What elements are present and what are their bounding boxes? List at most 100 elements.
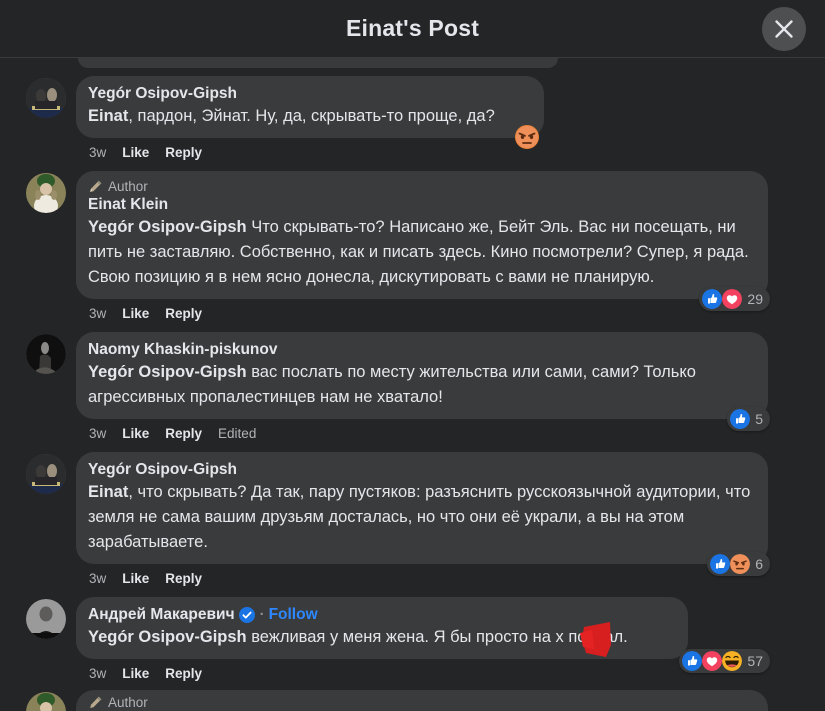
comment-mention[interactable]: Yegór Osipov-Gipsh [88, 363, 247, 381]
avatar[interactable] [26, 692, 66, 711]
modal-header: Einat's Post [0, 0, 825, 58]
avatar-dark-figure-icon [26, 334, 66, 374]
comment-text: Einat, пардон, Эйнат. Ну, да, скрывать-т… [88, 104, 532, 129]
comment-mention[interactable]: Yegór Osipov-Gipsh [88, 218, 247, 236]
comment-item: Author Einat Klein Yegór Osipov-Gipsh Чт… [0, 163, 811, 324]
comment-timestamp[interactable]: 3w [89, 571, 106, 586]
author-badge-label: Author [108, 179, 148, 194]
reply-button[interactable]: Reply [165, 571, 202, 586]
follow-link[interactable]: Follow [269, 605, 318, 625]
reply-button[interactable]: Reply [165, 426, 202, 441]
reaction-count: 5 [755, 411, 763, 427]
like-button[interactable]: Like [122, 145, 149, 160]
like-button[interactable]: Like [122, 306, 149, 321]
comment-author-name[interactable]: Yegór Osipov-Gipsh [88, 84, 532, 104]
comment-body: Yegór Osipov-Gipsh Einat, что скрывать? … [76, 452, 770, 589]
comment-bubble: Naomy Khaskin-piskunov Yegór Osipov-Gips… [76, 332, 770, 431]
edited-label: Edited [218, 426, 257, 441]
like-button[interactable]: Like [122, 426, 149, 441]
comment-partial-top [78, 58, 558, 68]
comment-bubble: Author Einat Klein Yegór Osipov-Gipsh Чт… [76, 171, 770, 311]
comment-actions: 3w Like Reply [76, 138, 544, 163]
comment-text: Yegór Osipov-Gipsh вежливая у меня жена.… [88, 622, 676, 657]
reply-button[interactable]: Reply [165, 666, 202, 681]
avatar[interactable] [26, 78, 66, 118]
comment-item: Naomy Khaskin-piskunov Yegór Osipov-Gips… [0, 324, 811, 444]
reaction-count: 29 [747, 291, 763, 307]
comment-list[interactable]: Yegór Osipov-Gipsh Einat, пардон, Эйнат.… [0, 58, 825, 711]
angry-reaction-icon [730, 554, 751, 574]
comment-text: Einat, что скрывать? Да так, пару пустяк… [88, 480, 756, 555]
reaction-count: 57 [747, 653, 763, 669]
comment-message: вежливая у меня жена. Я бы просто на х п… [246, 628, 628, 646]
avatar-woman-green-icon [26, 173, 66, 213]
comment-body: Yegór Osipov-Gipsh Einat, пардон, Эйнат.… [76, 76, 544, 163]
comment-author-name[interactable]: Naomy Khaskin-piskunov [88, 340, 756, 360]
like-reaction-icon [730, 409, 751, 429]
reaction-summary[interactable]: 6 [707, 552, 770, 576]
page-title: Einat's Post [345, 15, 480, 41]
avatar[interactable] [26, 454, 66, 494]
post-comments-modal: Einat's Post Yegór Osipov-Gipsh Einat, п… [0, 0, 825, 711]
comment-mention[interactable]: Yegór Osipov-Gipsh [88, 628, 247, 646]
comment-timestamp[interactable]: 3w [89, 426, 106, 441]
avatar-man-suit-icon [26, 78, 66, 118]
comment-actions: 3w Like Reply [76, 564, 768, 589]
angry-reaction-icon [515, 125, 539, 149]
comment-bubble: Yegór Osipov-Gipsh Einat, что скрывать? … [76, 452, 770, 576]
reply-button[interactable]: Reply [165, 145, 202, 160]
comment-item: Андрей Макаревич · Follow Yegór Osipov-G… [0, 589, 811, 684]
comment-item: Yegór Osipov-Gipsh Einat, пардон, Эйнат.… [0, 68, 811, 163]
like-button[interactable]: Like [122, 571, 149, 586]
comment-actions: 3w Like Reply [76, 659, 688, 684]
comment-body: Андрей Макаревич · Follow Yegór Osipov-G… [76, 597, 770, 684]
comment-actions: 3w Like Reply Edited [76, 419, 768, 444]
avatar[interactable] [26, 334, 66, 374]
like-reaction-icon [710, 554, 731, 574]
comment-timestamp[interactable]: 3w [89, 145, 106, 160]
author-badge: Author [88, 179, 756, 194]
close-button[interactable] [762, 7, 806, 51]
comment-bubble: Author [76, 690, 768, 711]
like-reaction-icon [702, 289, 723, 309]
love-reaction-icon [702, 651, 723, 671]
comment-author-name[interactable]: Yegór Osipov-Gipsh [88, 460, 756, 480]
comment-actions: 3w Like Reply [76, 299, 768, 324]
comment-mention[interactable]: Einat [88, 483, 128, 501]
comment-text: Yegór Osipov-Gipsh Что скрывать-то? Напи… [88, 215, 756, 290]
avatar[interactable] [26, 173, 66, 213]
avatar[interactable] [26, 599, 66, 639]
comment-message: , пардон, Эйнат. Ну, да, скрывать-то про… [128, 107, 495, 125]
separator-dot: · [259, 606, 265, 623]
comment-author-name[interactable]: Einat Klein [88, 195, 756, 215]
comment-bubble: Yegór Osipov-Gipsh Einat, пардон, Эйнат.… [76, 76, 544, 138]
haha-reaction-icon [722, 651, 743, 671]
comment-partial-bottom: Author [0, 684, 811, 711]
comment-timestamp[interactable]: 3w [89, 306, 106, 321]
reaction-badge[interactable] [514, 124, 540, 150]
reaction-summary[interactable]: 57 [679, 649, 770, 673]
avatar-woman-green-icon [26, 692, 66, 711]
comment-bubble: Андрей Макаревич · Follow Yegór Osipov-G… [76, 597, 770, 673]
comment-body: Naomy Khaskin-piskunov Yegór Osipov-Gips… [76, 332, 770, 444]
author-badge: Author [88, 695, 756, 710]
author-badge-label: Author [108, 695, 148, 710]
verified-badge-icon [238, 607, 255, 623]
comment-text: Yegór Osipov-Gipsh вас послать по месту … [88, 360, 756, 410]
like-reaction-icon [682, 651, 703, 671]
close-icon [773, 18, 795, 40]
reaction-count: 6 [755, 556, 763, 572]
pen-icon [88, 695, 103, 710]
like-button[interactable]: Like [122, 666, 149, 681]
pen-icon [88, 179, 103, 194]
reaction-summary[interactable]: 5 [727, 407, 770, 431]
reply-button[interactable]: Reply [165, 306, 202, 321]
comment-mention[interactable]: Einat [88, 107, 128, 125]
comment-item: Yegór Osipov-Gipsh Einat, что скрывать? … [0, 444, 811, 589]
redaction-mark [580, 619, 614, 661]
comment-timestamp[interactable]: 3w [89, 666, 106, 681]
comment-message: , что скрывать? Да так, пару пустяков: р… [88, 483, 751, 551]
avatar-man-suit-icon [26, 454, 66, 494]
reaction-summary[interactable]: 29 [699, 287, 770, 311]
comment-body: Author [76, 690, 768, 711]
